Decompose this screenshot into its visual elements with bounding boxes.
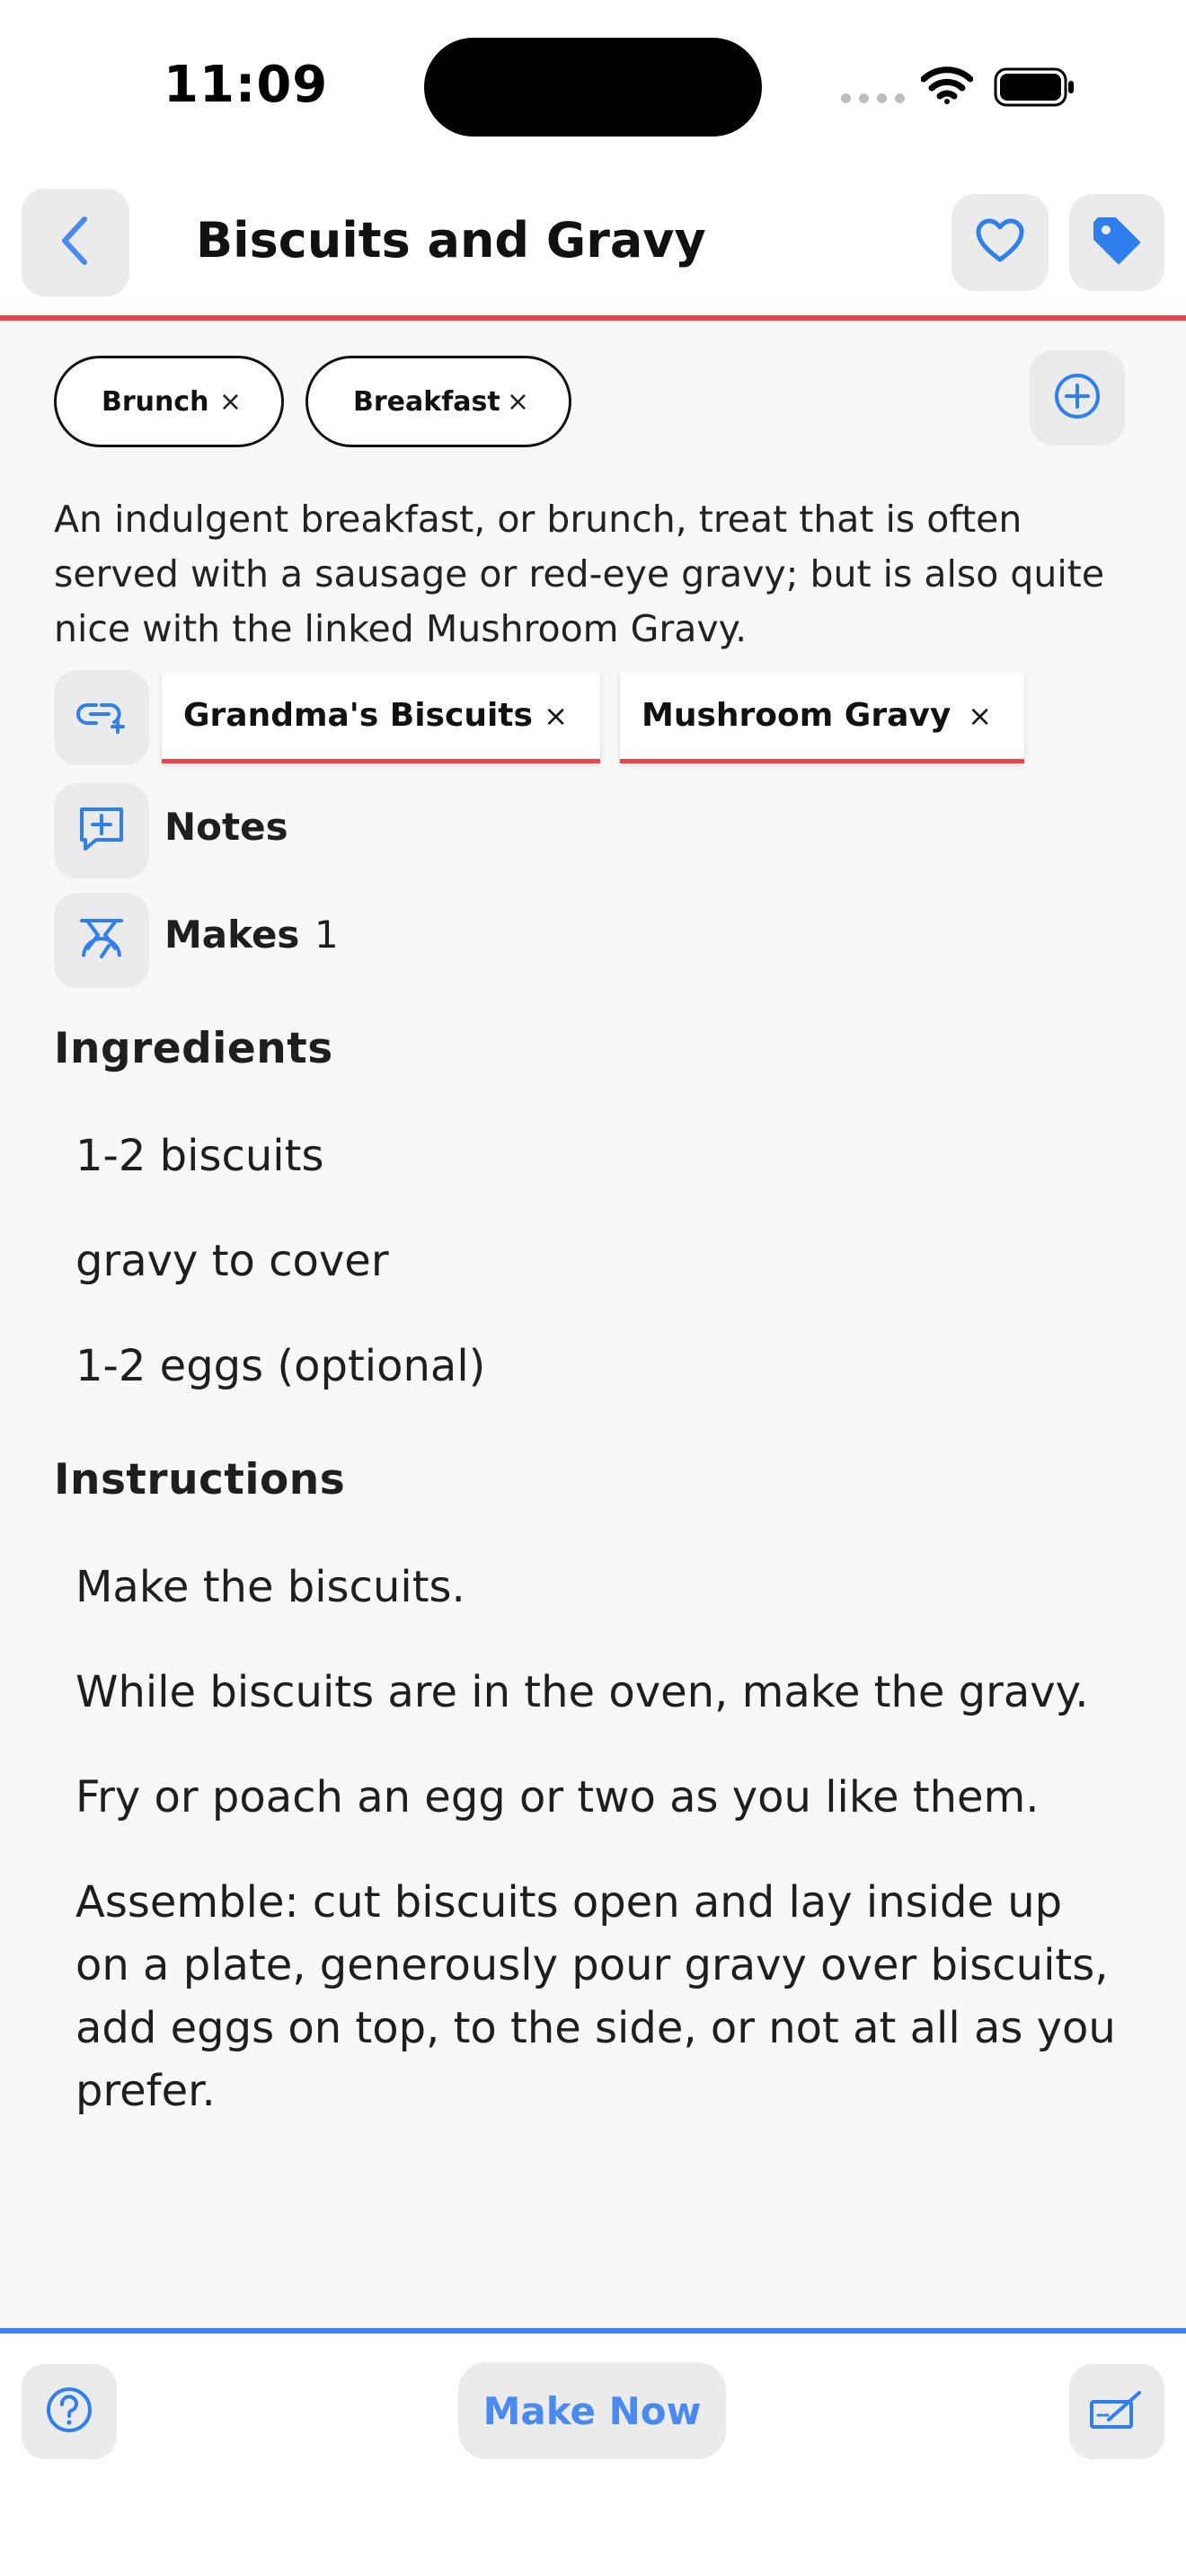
instructions-heading: Instructions — [54, 1455, 346, 1504]
ingredients-heading: Ingredients — [54, 1024, 333, 1073]
linked-recipe-label: Grandma's Biscuits — [183, 697, 533, 734]
ingredient-item: gravy to cover — [75, 1236, 389, 1286]
makes-value[interactable]: 1 — [314, 913, 339, 957]
chevron-left-icon — [58, 214, 93, 271]
cellular-signal-icon — [841, 93, 905, 103]
linked-recipe-grandmas-biscuits[interactable]: Grandma's Biscuits × — [162, 672, 600, 763]
makes-button[interactable] — [54, 893, 149, 988]
tags-button[interactable] — [1069, 194, 1164, 291]
instruction-step: Make the biscuits. — [75, 1562, 465, 1612]
help-circle-icon — [45, 2386, 93, 2438]
back-button[interactable] — [22, 189, 129, 296]
add-link-button[interactable] — [54, 670, 149, 765]
battery-icon — [994, 67, 1076, 110]
tag-chip-breakfast[interactable]: Breakfast × — [305, 356, 571, 447]
edit-icon — [1089, 2387, 1145, 2436]
link-add-icon — [75, 698, 128, 737]
recipe-description: An indulgent breakfast, or brunch, treat… — [54, 498, 1105, 650]
remove-link-icon[interactable]: × — [968, 699, 992, 733]
tag-label: Brunch — [102, 385, 209, 418]
add-notes-button[interactable] — [54, 783, 149, 878]
add-tag-button[interactable] — [1030, 350, 1125, 446]
instruction-step: While biscuits are in the oven, make the… — [75, 1667, 1089, 1717]
make-now-button[interactable]: Make Now — [458, 2362, 726, 2459]
remove-link-icon[interactable]: × — [544, 699, 568, 733]
instruction-step: Fry or poach an egg or two as you like t… — [75, 1772, 1040, 1822]
remove-tag-icon[interactable]: × — [507, 386, 529, 418]
favorite-button[interactable] — [951, 194, 1049, 291]
add-note-icon — [76, 804, 127, 858]
header-divider — [0, 315, 1186, 321]
tag-icon — [1092, 216, 1142, 269]
page-title: Biscuits and Gravy — [196, 212, 706, 269]
heart-icon — [975, 218, 1025, 267]
ingredient-item: 1-2 eggs (optional) — [75, 1341, 486, 1391]
dynamic-island — [424, 38, 762, 137]
scale-icon — [76, 913, 127, 967]
status-time: 11:09 — [164, 56, 329, 114]
ingredient-item: 1-2 biscuits — [75, 1131, 324, 1181]
makes-label: Makes — [164, 913, 300, 957]
linked-recipe-mushroom-gravy[interactable]: Mushroom Gravy × — [620, 672, 1024, 763]
plus-circle-icon — [1054, 373, 1101, 423]
instruction-step: Assemble: cut biscuits open and lay insi… — [75, 1877, 1116, 2116]
remove-tag-icon[interactable]: × — [219, 386, 242, 418]
tag-label: Breakfast — [353, 385, 500, 418]
wifi-icon — [920, 65, 974, 108]
help-button[interactable] — [22, 2364, 117, 2459]
edit-button[interactable] — [1069, 2364, 1164, 2459]
linked-recipe-label: Mushroom Gravy — [642, 697, 951, 734]
tag-chip-brunch[interactable]: Brunch × — [54, 356, 284, 447]
notes-label[interactable]: Notes — [164, 805, 288, 849]
